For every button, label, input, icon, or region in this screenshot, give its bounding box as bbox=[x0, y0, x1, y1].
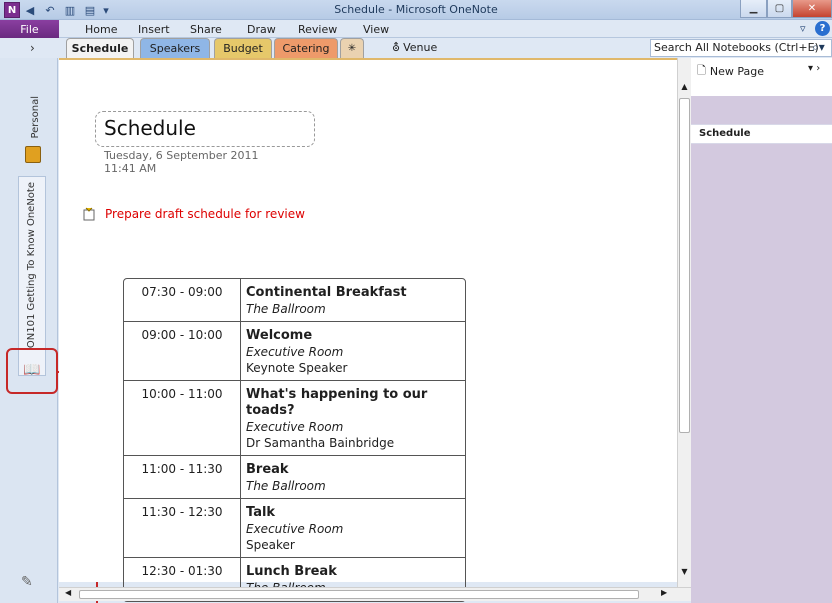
table-row: 07:30 - 09:00 Continental Breakfast The Ba… bbox=[124, 279, 465, 322]
page-date: Tuesday, 6 September 2011 bbox=[104, 149, 259, 162]
onenote-window: N ◀ ↶ ▥ ▤ ▾ Schedule - Microsoft OneNote… bbox=[0, 0, 832, 603]
session-time: 09:00 - 10:00 bbox=[124, 322, 241, 381]
notebook-on101[interactable]: ON101 Getting To Know OneNote bbox=[18, 176, 46, 376]
scroll-left-icon[interactable]: ◀ bbox=[65, 588, 71, 597]
session-info: Continental Breakfast The Ballroom bbox=[241, 279, 465, 322]
new-page-button[interactable]: 🗋 New Page bbox=[697, 62, 764, 81]
section-tab-speakers[interactable]: Speakers bbox=[140, 38, 210, 58]
search-icon[interactable]: ⌕▾ bbox=[812, 40, 825, 55]
todo-flag-icon[interactable] bbox=[82, 207, 96, 221]
tab-share[interactable]: Share bbox=[190, 23, 222, 36]
session-time: 07:30 - 09:00 bbox=[124, 279, 241, 322]
notebook-personal[interactable]: Personal bbox=[30, 96, 41, 139]
tab-draw[interactable]: Draw bbox=[247, 23, 276, 36]
scroll-right-icon[interactable]: ▶ bbox=[661, 588, 667, 597]
session-location: The Ballroom bbox=[246, 479, 326, 493]
schedule-table: 07:30 - 09:00 Continental Breakfast The Ba… bbox=[123, 278, 466, 602]
horizontal-scrollbar[interactable]: ◀ ▶ bbox=[59, 587, 691, 601]
table-row: 11:30 - 12:30 Talk Executive Room Speaker bbox=[124, 499, 465, 558]
session-location: Executive Room bbox=[246, 420, 344, 434]
session-info: Break The Ballroom bbox=[241, 456, 465, 499]
table-row: 11:00 - 11:30 Break The Ballroom bbox=[124, 456, 465, 499]
session-time: 11:00 - 11:30 bbox=[124, 456, 241, 499]
scroll-down-icon[interactable]: ▼ bbox=[679, 567, 690, 576]
close-button[interactable]: ✕ bbox=[792, 0, 832, 18]
session-title: Welcome bbox=[246, 328, 313, 343]
unfiled-notes-icon[interactable]: ✎ bbox=[21, 574, 33, 590]
scroll-thumb[interactable] bbox=[679, 98, 690, 433]
new-section-tab[interactable]: ✳ bbox=[340, 38, 364, 58]
help-icon[interactable]: ? bbox=[815, 21, 830, 36]
minimize-button[interactable]: ▁ bbox=[740, 0, 767, 18]
session-title: Talk bbox=[246, 505, 276, 520]
page-tab-schedule[interactable]: Schedule bbox=[691, 124, 832, 144]
session-title: Lunch Break bbox=[246, 564, 337, 579]
session-info: Talk Executive Room Speaker bbox=[241, 499, 465, 558]
scroll-up-icon[interactable]: ▲ bbox=[679, 82, 690, 91]
annotation-highlight bbox=[6, 348, 58, 394]
new-page-label: New Page bbox=[709, 65, 764, 78]
section-tab-budget[interactable]: Budget bbox=[214, 38, 272, 58]
table-row: 09:00 - 10:00 Welcome Executive Room Keynot… bbox=[124, 322, 465, 381]
session-title: What's happening to our toads? bbox=[246, 387, 428, 418]
page-title: Schedule bbox=[104, 116, 196, 140]
tab-home[interactable]: Home bbox=[85, 23, 117, 36]
file-tab[interactable]: File bbox=[0, 20, 59, 38]
session-speaker: Dr Samantha Bainbridge bbox=[246, 436, 395, 450]
section-tab-catering[interactable]: Catering bbox=[274, 38, 338, 58]
session-info: Welcome Executive Room Keynote Speaker bbox=[241, 322, 465, 381]
vertical-scrollbar[interactable]: ▲ ▼ bbox=[677, 58, 691, 588]
page-time: 11:41 AM bbox=[104, 162, 157, 175]
section-group-venue[interactable]: ⛢ Venue bbox=[392, 41, 437, 54]
section-tab-schedule[interactable]: Schedule bbox=[66, 38, 134, 58]
table-row: 10:00 - 11:00 What's happening to our toa… bbox=[124, 381, 465, 456]
session-title: Continental Breakfast bbox=[246, 285, 407, 300]
session-location: The Ballroom bbox=[246, 302, 326, 316]
expand-nav-icon[interactable]: › bbox=[30, 41, 35, 55]
tab-review[interactable]: Review bbox=[298, 23, 337, 36]
session-title: Break bbox=[246, 462, 289, 477]
new-page-icon: 🗋 bbox=[697, 64, 706, 77]
window-title: Schedule - Microsoft OneNote bbox=[334, 3, 498, 16]
hscroll-thumb[interactable] bbox=[79, 590, 639, 599]
session-location: Executive Room bbox=[246, 522, 344, 536]
section-group-icon: ⛢ bbox=[392, 41, 401, 54]
maximize-button[interactable]: ▢ bbox=[767, 0, 792, 18]
notebook-label: ON101 Getting To Know OneNote bbox=[26, 182, 37, 349]
session-time: 11:30 - 12:30 bbox=[124, 499, 241, 558]
ribbon-tab-bar bbox=[0, 20, 832, 38]
session-info: What's happening to our toads? Executive … bbox=[241, 381, 465, 456]
session-speaker: Speaker bbox=[246, 538, 295, 552]
todo-note[interactable]: Prepare draft schedule for review bbox=[105, 207, 305, 221]
minimize-ribbon-icon[interactable]: ▿ bbox=[800, 22, 806, 35]
notebook-label: Personal bbox=[30, 96, 41, 139]
tab-view[interactable]: View bbox=[363, 23, 389, 36]
page-header-area bbox=[59, 58, 677, 96]
search-input[interactable]: Search All Notebooks (Ctrl+E) bbox=[650, 39, 832, 57]
new-page-dropdown-icon[interactable]: ▾ › bbox=[808, 63, 820, 74]
tab-insert[interactable]: Insert bbox=[138, 23, 170, 36]
session-location: Executive Room bbox=[246, 345, 344, 359]
session-speaker: Keynote Speaker bbox=[246, 361, 348, 375]
session-time: 10:00 - 11:00 bbox=[124, 381, 241, 456]
notebook-personal-icon[interactable] bbox=[25, 146, 41, 163]
search-placeholder: Search All Notebooks (Ctrl+E) bbox=[654, 41, 819, 54]
section-group-label: Venue bbox=[403, 41, 438, 54]
